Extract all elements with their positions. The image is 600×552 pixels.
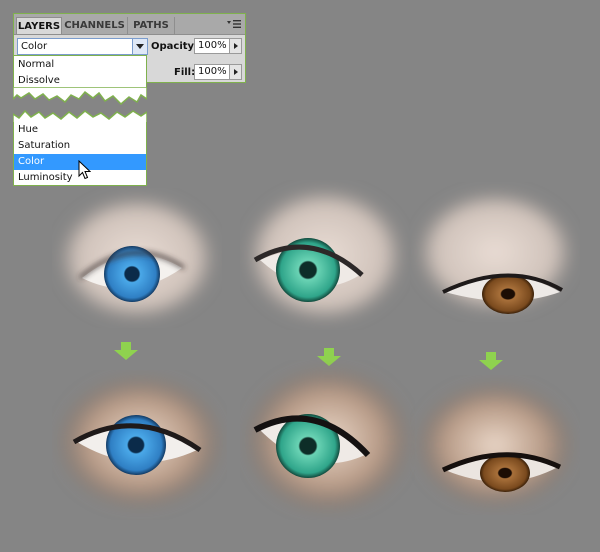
eye-brown-after xyxy=(417,383,573,507)
tab-paths[interactable]: PATHS xyxy=(128,17,175,34)
eye-brown-before xyxy=(417,192,573,314)
down-arrow-icon xyxy=(479,352,503,370)
eye-blue-before xyxy=(59,196,215,320)
tab-layers[interactable]: LAYERS xyxy=(16,17,62,34)
menu-item-saturation[interactable]: Saturation xyxy=(14,138,146,154)
eye-blue-after xyxy=(58,376,222,508)
blend-mode-menu-top: Normal Dissolve xyxy=(13,55,147,89)
mouse-cursor-icon xyxy=(78,160,91,180)
down-arrow-icon xyxy=(114,342,138,360)
menu-item-normal[interactable]: Normal xyxy=(14,57,146,73)
eye-green-before xyxy=(247,189,403,321)
eye-green-after xyxy=(246,368,410,512)
blend-mode-select[interactable]: Color xyxy=(17,38,148,55)
blend-mode-value: Color xyxy=(21,41,48,52)
panel-tab-bar: LAYERS CHANNELS PATHS xyxy=(14,14,245,35)
fill-label: Fill: xyxy=(174,67,196,78)
fill-stepper[interactable] xyxy=(229,64,242,80)
opacity-stepper[interactable] xyxy=(229,38,242,54)
menu-item-hue[interactable]: Hue xyxy=(14,122,146,138)
tab-channels[interactable]: CHANNELS xyxy=(62,17,128,34)
panel-menu-icon[interactable] xyxy=(227,19,241,29)
dropdown-arrow-icon[interactable] xyxy=(132,39,147,54)
opacity-label: Opacity: xyxy=(151,41,199,52)
